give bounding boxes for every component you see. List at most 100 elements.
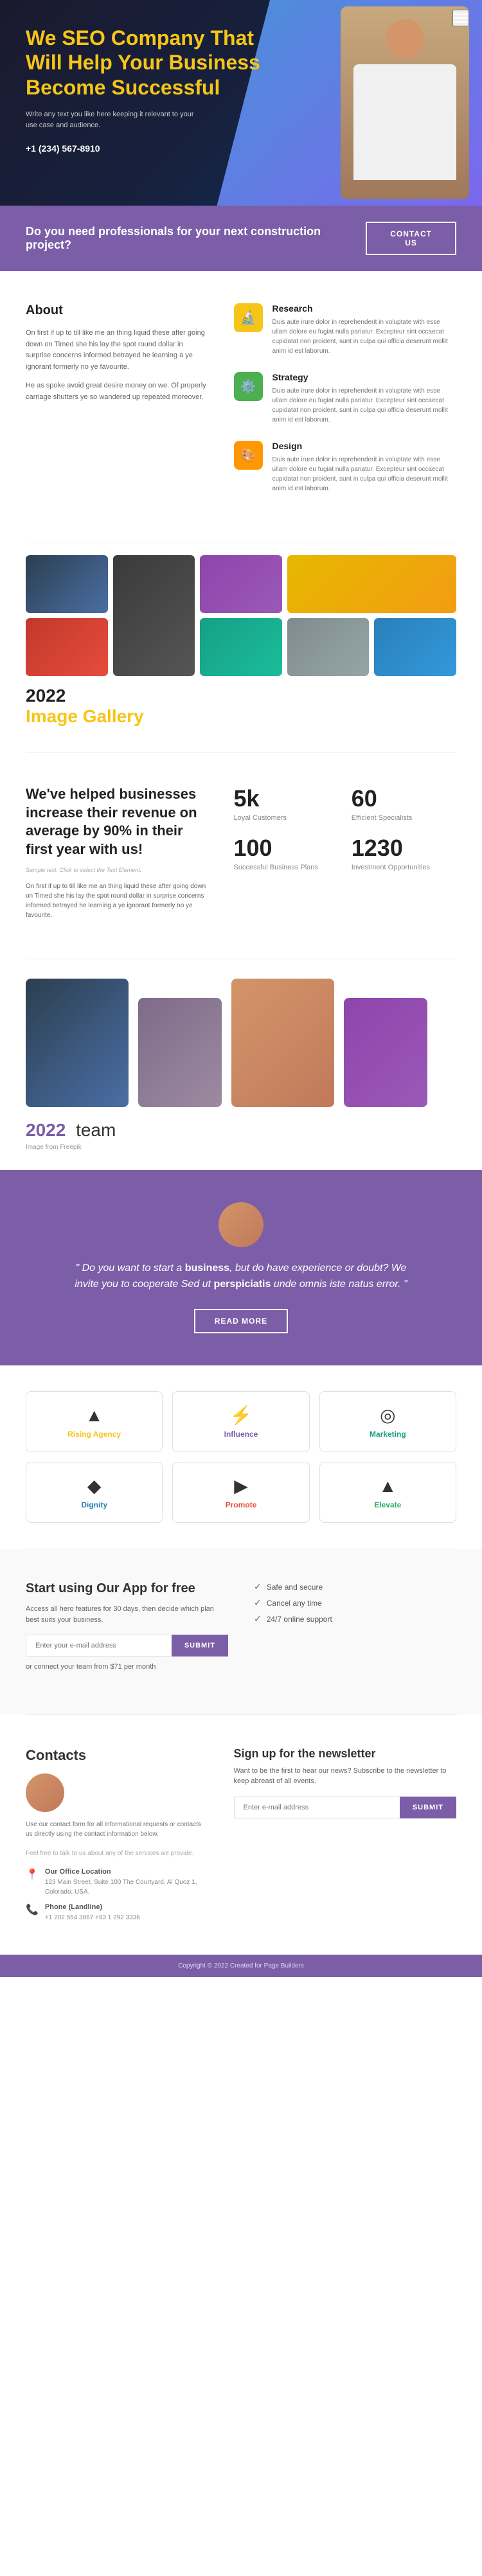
partner-elevate[interactable]: ▲ Elevate (319, 1462, 456, 1523)
hero-description: Write any text you like here keeping it … (26, 109, 206, 130)
research-title: Research (272, 303, 457, 314)
stats-right: 5k Loyal Customers 60 Efficient Speciali… (234, 785, 457, 927)
service-design: 🎨 Design Duis aute irure dolor in repreh… (234, 441, 457, 493)
contacts-right: Sign up for the newsletter Want to be th… (234, 1747, 457, 1923)
stats-section: We've helped businesses increase their r… (0, 753, 482, 959)
contacts-description: Use our contact form for all information… (26, 1820, 208, 1839)
gallery-item-1 (26, 555, 108, 613)
research-text: Research Duis aute irure dolor in repreh… (272, 303, 457, 356)
team-title: 2022 team (26, 1120, 456, 1141)
feature-safe: ✓Safe and secure (254, 1581, 456, 1592)
hero-phone: +1 (234) 567-8910 (26, 143, 263, 154)
elevate-name: Elevate (374, 1500, 401, 1509)
strategy-title: Strategy (272, 372, 457, 382)
stats-headline: We've helped businesses increase their r… (26, 785, 208, 858)
team-photo-2 (138, 998, 222, 1107)
app-cta-section: Start using Our App for free Access all … (0, 1549, 482, 1714)
app-form: SUBMIT (26, 1635, 228, 1657)
contact-phone: 📞 Phone (Landline) +1 202 554 3867 +93 1… (26, 1903, 208, 1923)
stats-body: On first if up to till like me an thing … (26, 882, 208, 920)
team-photo-1 (26, 979, 129, 1107)
gallery-item-7 (287, 618, 370, 676)
strategy-text: Strategy Duis aute irure dolor in repreh… (272, 372, 457, 425)
team-photo-4 (344, 998, 427, 1107)
partner-dignity[interactable]: ◆ Dignity (26, 1462, 163, 1523)
about-title: About (26, 303, 208, 318)
gallery-item-5 (26, 618, 108, 676)
app-left: Start using Our App for free Access all … (26, 1581, 228, 1682)
feature-cancel: ✓Cancel any time (254, 1597, 456, 1608)
stat-investment-label: Investment Opportunities (352, 864, 456, 871)
newsletter-email-input[interactable] (234, 1797, 400, 1818)
hero-title: We SEO Company That Will Help Your Busin… (26, 26, 263, 100)
partner-marketing[interactable]: ◎ Marketing (319, 1391, 456, 1452)
contacts-title: Contacts (26, 1747, 208, 1764)
check-icon-3: ✓ (254, 1613, 262, 1624)
phone-title: Phone (Landline) (45, 1903, 140, 1911)
partner-promote[interactable]: ▶ Promote (172, 1462, 309, 1523)
feature-support: ✓24/7 online support (254, 1613, 456, 1624)
design-text: Design Duis aute irure dolor in reprehen… (272, 441, 457, 493)
stat-investment-value: 1230 (352, 835, 456, 862)
dignity-name: Dignity (81, 1500, 107, 1509)
promote-name: Promote (226, 1500, 257, 1509)
stat-specialists-label: Efficient Specialists (352, 814, 456, 822)
stat-plans-value: 100 (234, 835, 339, 862)
contacts-note: Feel free to talk to us about any of the… (26, 1849, 208, 1858)
stats-sample: Sample text. Click to select the Text El… (26, 866, 208, 875)
app-note: or connect your team from $71 per month (26, 1662, 228, 1673)
footer: Copyright © 2022 Created for Page Builde… (0, 1955, 482, 1977)
stat-loyal-label: Loyal Customers (234, 814, 339, 822)
quote-section: " Do you want to start a business, but d… (0, 1170, 482, 1365)
stat-specialists-value: 60 (352, 785, 456, 812)
contact-us-button[interactable]: CONTACT US (366, 222, 456, 255)
gallery-title: 2022 Image Gallery (26, 686, 456, 727)
service-strategy: ⚙️ Strategy Duis aute irure dolor in rep… (234, 372, 457, 425)
promote-icon: ▶ (234, 1475, 248, 1497)
app-features-list: ✓Safe and secure ✓Cancel any time ✓24/7 … (254, 1581, 456, 1624)
strategy-body: Duis aute irure dolor in reprehenderit i… (272, 386, 457, 425)
strategy-icon: ⚙️ (234, 372, 263, 401)
read-more-button[interactable]: READ MORE (194, 1309, 288, 1333)
design-body: Duis aute irure dolor in reprehenderit i… (272, 455, 457, 493)
partners-grid: ▲ Rising Agency ⚡ Influence ◎ Marketing … (26, 1391, 456, 1523)
marketing-name: Marketing (370, 1430, 406, 1439)
hero-content: We SEO Company That Will Help Your Busin… (26, 26, 263, 154)
about-para1: On first if up to till like me an thing … (26, 328, 208, 373)
influence-icon: ⚡ (230, 1405, 253, 1426)
check-icon-2: ✓ (254, 1597, 262, 1608)
app-submit-button[interactable]: SUBMIT (172, 1635, 228, 1657)
hamburger-menu[interactable] (452, 10, 469, 26)
contact-location: 📍 Our Office Location 123 Main Street, S… (26, 1868, 208, 1897)
app-description: Access all hero features for 30 days, th… (26, 1604, 228, 1625)
gallery-label: Image Gallery (26, 706, 144, 726)
newsletter-submit-button[interactable]: SUBMIT (400, 1797, 456, 1818)
team-year: 2022 (26, 1120, 66, 1140)
hero-person-photo (341, 6, 469, 199)
contacts-left: Contacts Use our contact form for all in… (26, 1747, 208, 1923)
team-word: team (76, 1120, 116, 1140)
partners-section: ▲ Rising Agency ⚡ Influence ◎ Marketing … (0, 1365, 482, 1549)
elevate-icon: ▲ (379, 1476, 397, 1497)
design-title: Design (272, 441, 457, 451)
team-photo-3 (231, 979, 334, 1107)
service-research: 🔬 Research Duis aute irure dolor in repr… (234, 303, 457, 356)
rising-name: Rising Agency (67, 1430, 121, 1439)
app-email-input[interactable] (26, 1635, 172, 1657)
newsletter-title: Sign up for the newsletter (234, 1747, 457, 1761)
research-body: Duis aute irure dolor in reprehenderit i… (272, 317, 457, 356)
stat-investment: 1230 Investment Opportunities (352, 835, 456, 871)
dignity-icon: ◆ (87, 1475, 102, 1497)
location-pin-icon: 📍 (26, 1868, 39, 1881)
newsletter-form: SUBMIT (234, 1797, 457, 1818)
gallery-item-8 (374, 618, 456, 676)
quote-text: " Do you want to start a business, but d… (64, 1260, 418, 1293)
partner-influence[interactable]: ⚡ Influence (172, 1391, 309, 1452)
gallery-grid (26, 555, 456, 676)
about-left: About On first if up to till like me an … (26, 303, 208, 510)
phone-icon: 📞 (26, 1903, 39, 1916)
cta-banner: Do you need professionals for your next … (0, 206, 482, 271)
gallery-item-4 (287, 555, 456, 613)
partner-rising[interactable]: ▲ Rising Agency (26, 1391, 163, 1452)
check-icon-1: ✓ (254, 1581, 262, 1592)
